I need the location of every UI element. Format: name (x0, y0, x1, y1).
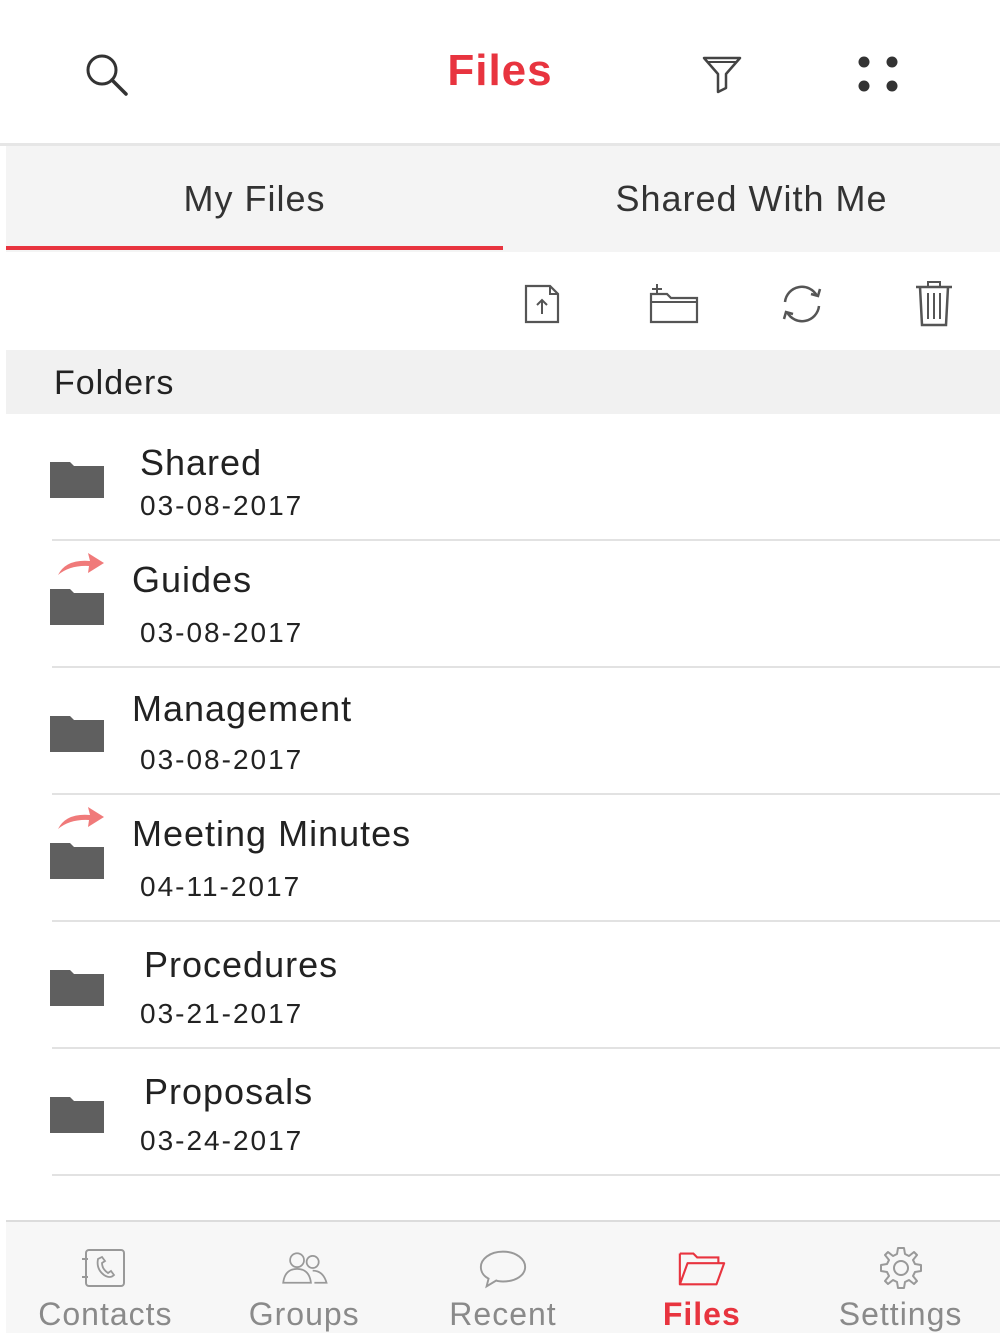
folder-date: 04-11-2017 (140, 871, 302, 902)
files-tabs: My Files Shared With Me (6, 146, 1000, 252)
nav-label: Recent (449, 1296, 557, 1332)
folders-section-header: Folders (6, 350, 1000, 414)
tab-my-files[interactable]: My Files (6, 146, 503, 252)
folder-name: Guides (132, 559, 253, 600)
nav-files[interactable]: Files (602, 1222, 801, 1333)
folder-row-procedures[interactable]: Procedures 03-21-2017 (50, 922, 1000, 1049)
refresh-icon[interactable] (774, 276, 830, 332)
folder-row-guides[interactable]: Guides 03-08-2017 (50, 541, 1000, 668)
more-icon[interactable] (852, 48, 904, 100)
nav-label: Settings (838, 1296, 963, 1332)
folder-list: Shared 03-08-2017 Guides 03-08-2017 Mana… (0, 414, 1000, 1220)
folder-name: Procedures (144, 944, 339, 985)
trash-icon[interactable] (906, 276, 962, 332)
folder-date: 03-24-2017 (140, 1125, 304, 1156)
page-title: Files (447, 46, 553, 95)
folder-icon (50, 462, 104, 498)
nav-contacts[interactable]: Contacts (6, 1222, 205, 1333)
upload-file-icon[interactable] (514, 276, 570, 332)
folder-name: Meeting Minutes (132, 813, 412, 854)
new-folder-icon[interactable] (646, 276, 702, 332)
folder-date: 03-08-2017 (140, 490, 304, 521)
folder-icon (50, 716, 104, 752)
nav-label: Contacts (38, 1296, 173, 1332)
contacts-icon (79, 1246, 131, 1290)
nav-settings[interactable]: Settings (801, 1222, 1000, 1333)
tab-shared-with-me-label: Shared With Me (615, 178, 888, 219)
tab-shared-with-me[interactable]: Shared With Me (503, 146, 1000, 252)
shared-arrow-icon (58, 553, 104, 575)
folder-row-management[interactable]: Management 03-08-2017 (50, 668, 1000, 795)
folder-icon (50, 970, 104, 1006)
folder-row-shared[interactable]: Shared 03-08-2017 (50, 414, 1000, 541)
folder-name: Proposals (144, 1071, 314, 1112)
folder-icon (50, 843, 104, 879)
nav-label: Groups (248, 1296, 360, 1332)
folder-row-meeting-minutes[interactable]: Meeting Minutes 04-11-2017 (50, 795, 1000, 922)
groups-icon (278, 1246, 330, 1290)
folder-name: Shared (140, 442, 263, 483)
folder-date: 03-08-2017 (140, 617, 304, 648)
app-header: Files (0, 0, 1000, 146)
tab-my-files-label: My Files (183, 178, 326, 219)
nav-recent[interactable]: Recent (404, 1222, 603, 1333)
gear-icon (875, 1246, 927, 1290)
bottom-nav: Contacts Groups Recent Files Settings (6, 1220, 1000, 1333)
shared-arrow-icon (58, 807, 104, 829)
folder-icon (50, 589, 104, 625)
chat-bubble-icon (477, 1246, 529, 1290)
folder-name: Management (132, 688, 353, 729)
filter-icon[interactable] (696, 48, 748, 100)
folder-open-icon (676, 1246, 728, 1290)
folder-date: 03-21-2017 (140, 998, 304, 1029)
file-toolbar (0, 252, 1000, 350)
folder-date: 03-08-2017 (140, 744, 304, 775)
folder-row-proposals[interactable]: Proposals 03-24-2017 (50, 1049, 1000, 1176)
nav-label: Files (662, 1296, 741, 1332)
nav-groups[interactable]: Groups (205, 1222, 404, 1333)
folders-section-title: Folders (54, 364, 175, 402)
folder-icon (50, 1097, 104, 1133)
